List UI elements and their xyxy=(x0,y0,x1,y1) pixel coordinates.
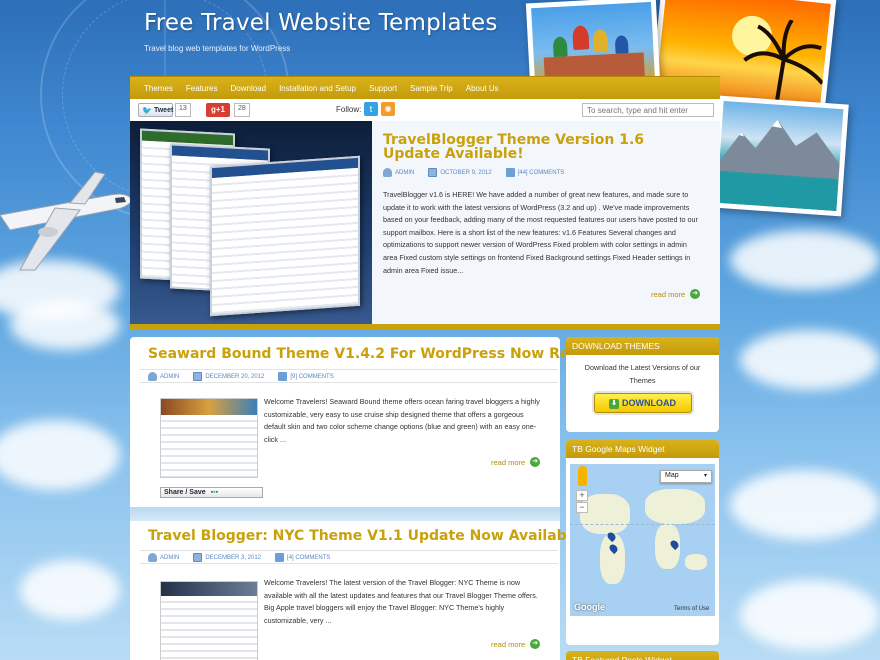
user-icon xyxy=(148,553,157,562)
user-icon xyxy=(383,168,392,177)
twitter-follow-icon[interactable]: t xyxy=(364,102,378,116)
post-meta-bar: ADMIN DECEMBER 3, 2012 [4] COMMENTS xyxy=(140,550,558,564)
post-excerpt: Welcome Travelers! Seaward Bound theme o… xyxy=(264,397,540,444)
post-separator xyxy=(130,507,560,521)
calendar-icon xyxy=(193,553,203,562)
google-maps-widget: TB Google Maps Widget + − Map ▾ Google T… xyxy=(566,440,719,645)
nav-item-download[interactable]: Download xyxy=(230,84,266,93)
comment-icon xyxy=(278,372,288,381)
featured-post-date: OCTOBER 9, 2012 xyxy=(440,169,492,176)
post-meta: ADMIN DECEMBER 3, 2012 [4] COMMENTS xyxy=(148,553,330,562)
arrow-right-icon: ➜ xyxy=(690,289,701,299)
nav-item-features[interactable]: Features xyxy=(186,84,218,93)
post-comments[interactable]: [4] COMMENTS xyxy=(287,555,330,561)
map-equator xyxy=(570,524,715,525)
post-title[interactable]: Seaward Bound Theme V1.4.2 For WordPress… xyxy=(148,346,627,362)
post-date: DECEMBER 20, 2012 xyxy=(205,373,265,380)
post-comments[interactable]: [9] COMMENTS xyxy=(290,374,333,380)
post-author[interactable]: ADMIN xyxy=(160,374,179,380)
map-type-label: Map xyxy=(665,472,679,479)
post-excerpt: Welcome Travelers! The latest version of… xyxy=(264,578,538,625)
read-more-label: read more xyxy=(651,289,686,299)
nav-item-about-us[interactable]: About Us xyxy=(466,84,499,93)
twitter-bird-icon: 🐦 xyxy=(142,105,152,115)
zoom-out-button[interactable]: − xyxy=(576,502,588,513)
nav-item-themes[interactable]: Themes xyxy=(144,84,173,93)
featured-post-title[interactable]: TravelBlogger Theme Version 1.6 Update A… xyxy=(383,133,703,161)
site-tagline: Travel blog web templates for WordPress xyxy=(144,44,291,53)
calendar-icon xyxy=(193,372,203,381)
post-meta: ADMIN DECEMBER 20, 2012 [9] COMMENTS xyxy=(148,372,334,381)
arrow-right-icon: ➜ xyxy=(530,639,541,649)
post-read-more-link[interactable]: read more ➜ xyxy=(491,457,541,467)
featured-posts-widget-heading: TB Featured Posts Widget xyxy=(566,651,719,660)
tweet-label: Tweet xyxy=(153,106,174,114)
post-thumbnail[interactable] xyxy=(160,398,258,478)
cloud xyxy=(20,560,120,620)
download-widget: DOWNLOAD THEMES Download the Latest Vers… xyxy=(566,337,719,432)
share-save-button[interactable]: Share / Save ▪▪▪ xyxy=(160,487,263,498)
gplus-count: 28 xyxy=(234,103,250,117)
featured-post-meta: ADMIN OCTOBER 9, 2012 [44] COMMENTS xyxy=(383,168,564,177)
comment-icon xyxy=(505,168,515,177)
map-land xyxy=(645,489,705,524)
mountain-lake-photo xyxy=(711,95,849,217)
follow-label: Follow: xyxy=(336,105,362,114)
site-title[interactable]: Free Travel Website Templates xyxy=(144,10,498,36)
zoom-in-button[interactable]: + xyxy=(576,490,588,501)
airplane-image xyxy=(0,171,133,271)
google-logo: Google xyxy=(574,602,605,612)
read-more-label: read more xyxy=(491,457,526,467)
map-land xyxy=(685,554,707,570)
search-input[interactable] xyxy=(582,103,714,117)
download-button-label: DOWNLOAD xyxy=(622,398,676,408)
featured-post-slider: TravelBlogger Theme Version 1.6 Update A… xyxy=(130,121,720,329)
main-content: Seaward Bound Theme V1.4.2 For WordPress… xyxy=(130,337,627,660)
chevron-down-icon: ▾ xyxy=(703,473,707,479)
featured-post-excerpt: TravelBlogger v1.6 is HERE! We have adde… xyxy=(383,190,698,275)
post-thumbnail[interactable] xyxy=(160,581,258,660)
cloud xyxy=(0,420,120,490)
pegman-icon[interactable] xyxy=(578,466,587,486)
nav-item-installation[interactable]: Installation and Setup xyxy=(279,84,356,93)
download-widget-heading: DOWNLOAD THEMES xyxy=(566,337,719,355)
featured-post-comments[interactable]: [44] COMMENTS xyxy=(518,170,565,176)
calendar-icon xyxy=(428,168,438,177)
nav-item-support[interactable]: Support xyxy=(369,84,397,93)
arrow-right-icon: ➜ xyxy=(530,457,541,467)
featured-read-more-link[interactable]: read more ➜ xyxy=(651,289,701,299)
download-widget-text: Download the Latest Versions of our Them… xyxy=(584,363,701,385)
maps-widget-heading: TB Google Maps Widget xyxy=(566,440,719,458)
main-navigation: Themes Features Download Installation an… xyxy=(130,76,720,99)
share-label: Share / Save xyxy=(164,489,206,496)
cloud xyxy=(740,580,880,650)
rss-feed-icon[interactable]: ◉ xyxy=(381,102,395,116)
download-button[interactable]: ⬇ DOWNLOAD xyxy=(593,393,692,413)
google-plus-button[interactable]: g+1 xyxy=(206,103,230,117)
post-title[interactable]: Travel Blogger: NYC Theme V1.1 Update No… xyxy=(148,528,587,544)
comment-icon xyxy=(275,553,285,562)
social-bar: 🐦 Tweet 13 g+1 28 Follow: t ◉ xyxy=(130,99,720,121)
cloud xyxy=(740,330,880,390)
post-author[interactable]: ADMIN xyxy=(160,555,179,561)
post-meta-bar: ADMIN DECEMBER 20, 2012 [9] COMMENTS xyxy=(140,369,558,383)
featured-posts-widget: TB Featured Posts Widget xyxy=(566,651,719,660)
featured-post-image[interactable] xyxy=(130,121,372,324)
google-map[interactable]: + − Map ▾ Google Terms of Use xyxy=(570,464,715,616)
cloud xyxy=(730,230,880,290)
map-type-select[interactable]: Map ▾ xyxy=(660,470,712,483)
tweet-count: 13 xyxy=(175,103,191,117)
download-arrow-icon: ⬇ xyxy=(609,398,619,409)
cloud xyxy=(730,470,880,540)
nav-item-sample-trip[interactable]: Sample Trip xyxy=(410,84,453,93)
post-read-more-link[interactable]: read more ➜ xyxy=(491,639,541,649)
cloud xyxy=(10,300,120,350)
tweet-button[interactable]: 🐦 Tweet xyxy=(138,103,173,117)
read-more-label: read more xyxy=(491,639,526,649)
featured-post-author[interactable]: ADMIN xyxy=(395,170,414,176)
user-icon xyxy=(148,372,157,381)
post-date: DECEMBER 3, 2012 xyxy=(205,554,262,561)
map-terms-link[interactable]: Terms of Use xyxy=(674,606,709,612)
